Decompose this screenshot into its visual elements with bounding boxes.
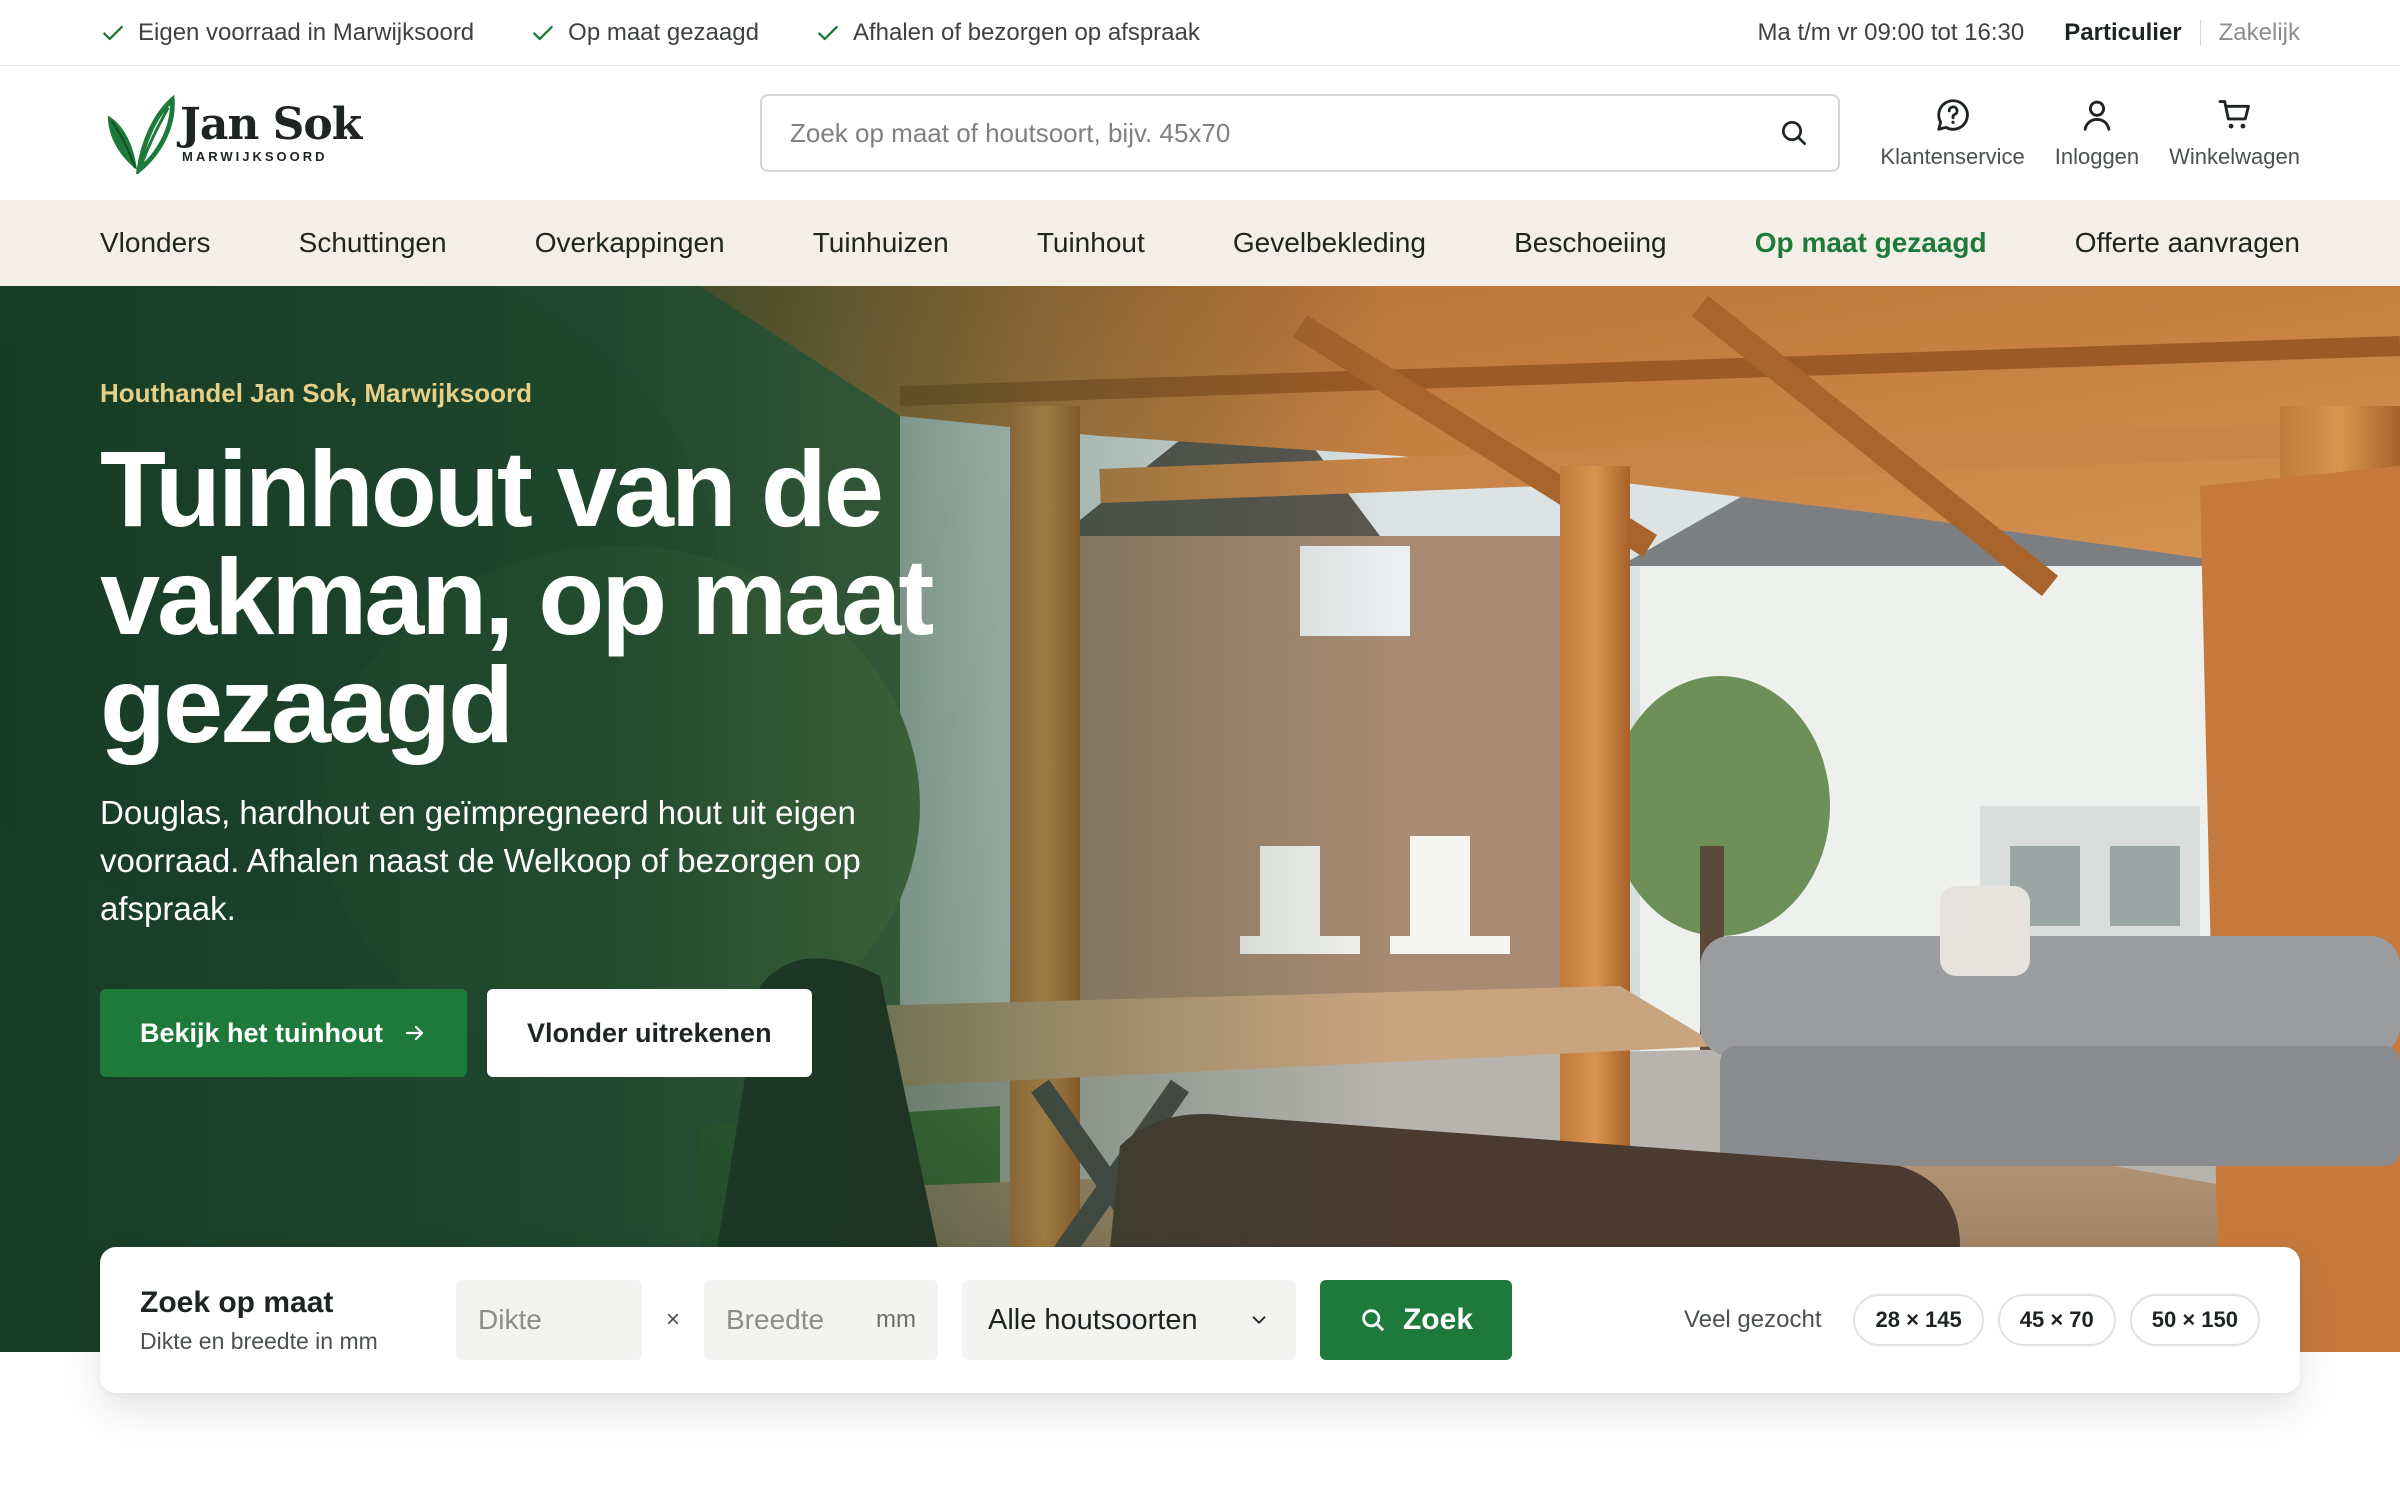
unit-label: mm — [876, 1306, 916, 1333]
segment-divider — [2199, 19, 2201, 46]
nav-item-vlonders[interactable]: Vlonders — [100, 227, 211, 259]
login-button[interactable]: Inloggen — [2055, 96, 2139, 170]
site-header: Jan Sok MARWIJKSOORD Klantenservice Inlo… — [0, 66, 2400, 200]
size-search-button[interactable]: Zoek — [1320, 1280, 1512, 1360]
main-navigation: Vlonders Schuttingen Overkappingen Tuinh… — [0, 200, 2400, 286]
logo[interactable]: Jan Sok MARWIJKSOORD — [100, 92, 660, 174]
help-bubble-icon — [1936, 99, 1969, 131]
cart-icon — [2218, 100, 2250, 129]
hero-eyebrow: Houthandel Jan Sok, Marwijksoord — [100, 378, 532, 408]
view-timber-label: Bekijk het tuinhout — [140, 1017, 383, 1048]
customer-service-label: Klantenservice — [1880, 144, 2025, 169]
segment-zakelijk[interactable]: Zakelijk — [2219, 19, 2300, 47]
search-bar — [760, 94, 1840, 172]
size-chip[interactable]: 45 × 70 — [1997, 1294, 2116, 1346]
check-icon — [818, 25, 838, 40]
header-actions: Klantenservice Inloggen Winkelwagen — [1880, 96, 2300, 170]
size-search-label: Zoek — [1402, 1303, 1474, 1336]
opening-hours: Ma t/m vr 09:00 tot 16:30 — [1757, 18, 2025, 46]
thickness-field — [456, 1280, 642, 1360]
usp-item: Afhalen of bezorgen op afspraak — [815, 19, 1200, 47]
search-icon — [1362, 1309, 1384, 1331]
usp-label: Eigen voorraad in Marwijksoord — [138, 18, 475, 46]
times-sign: × — [665, 1306, 680, 1333]
login-label: Inloggen — [2054, 144, 2140, 169]
hero-buttons: Bekijk het tuinhout Vlonder uitrekenen — [100, 989, 1000, 1077]
usp-item: Eigen voorraad in Marwijksoord — [100, 19, 474, 47]
size-finder: Zoek op maat Dikte en breedte in mm × mm… — [100, 1247, 2300, 1393]
user-icon — [2083, 100, 2111, 131]
search-icon[interactable] — [1778, 117, 1810, 149]
width-field: mm — [704, 1280, 938, 1360]
popular-sizes: Veel gezocht 28 × 145 45 × 70 50 × 150 — [1684, 1294, 2260, 1346]
hero-text: Douglas, hardhout en geïmpregneerd hout … — [100, 794, 861, 927]
cart-label: Winkelwagen — [2169, 144, 2300, 169]
width-input[interactable] — [726, 1304, 869, 1336]
utility-bar: Eigen voorraad in Marwijksoord Op maat g… — [0, 0, 2400, 66]
usp-label: Afhalen of bezorgen op afspraak — [852, 18, 1200, 46]
cart-button[interactable]: Winkelwagen — [2169, 96, 2300, 170]
hero-title: Tuinhout van de vakman, op maat gezaagd — [100, 428, 934, 765]
nav-item-beschoeiing[interactable]: Beschoeiing — [1514, 227, 1667, 259]
logo-location: MARWIJKSOORD — [182, 148, 328, 164]
deck-calculator-button[interactable]: Vlonder uitrekenen — [487, 989, 812, 1077]
nav-item-overkappingen[interactable]: Overkappingen — [535, 227, 725, 259]
hero-content: Houthandel Jan Sok, Marwijksoord Tuinhou… — [100, 378, 1000, 1077]
usp-label: Op maat gezaagd — [568, 18, 759, 46]
nav-item-gevelbekleding[interactable]: Gevelbekleding — [1233, 227, 1426, 259]
thickness-input[interactable] — [478, 1304, 620, 1336]
logo-name: Jan Sok — [180, 98, 362, 150]
check-icon — [533, 25, 554, 40]
view-timber-button[interactable]: Bekijk het tuinhout — [100, 989, 467, 1077]
search-input[interactable] — [790, 117, 1778, 149]
nav-item-op-maat-gezaagd[interactable]: Op maat gezaagd — [1755, 227, 1987, 259]
customer-service-button[interactable]: Klantenservice — [1880, 96, 2025, 170]
popular-sizes-label: Veel gezocht — [1684, 1306, 1822, 1333]
wood-type-value: Alle houtsoorten — [988, 1303, 1198, 1336]
usp-item: Op maat gezaagd — [530, 19, 759, 47]
nav-item-tuinhout[interactable]: Tuinhout — [1037, 227, 1145, 259]
wood-type-select[interactable]: Alle houtsoorten — [962, 1280, 1296, 1360]
chevron-down-icon — [1252, 1316, 1266, 1324]
nav-item-offerte-aanvragen[interactable]: Offerte aanvragen — [2075, 227, 2300, 259]
leaf-logo-icon — [107, 94, 175, 174]
segment-particulier[interactable]: Particulier — [2064, 19, 2181, 47]
arrow-right-icon — [405, 1025, 424, 1041]
size-chip[interactable]: 50 × 150 — [2129, 1294, 2260, 1346]
size-finder-subtitle: Dikte en breedte in mm — [140, 1327, 378, 1354]
size-finder-title: Zoek op maat — [140, 1285, 334, 1319]
check-icon — [103, 25, 123, 40]
hero: Houthandel Jan Sok, Marwijksoord Tuinhou… — [0, 286, 2400, 1352]
nav-item-schuttingen[interactable]: Schuttingen — [299, 227, 447, 259]
size-chip[interactable]: 28 × 145 — [1853, 1294, 1984, 1346]
nav-item-tuinhuizen[interactable]: Tuinhuizen — [813, 227, 949, 259]
